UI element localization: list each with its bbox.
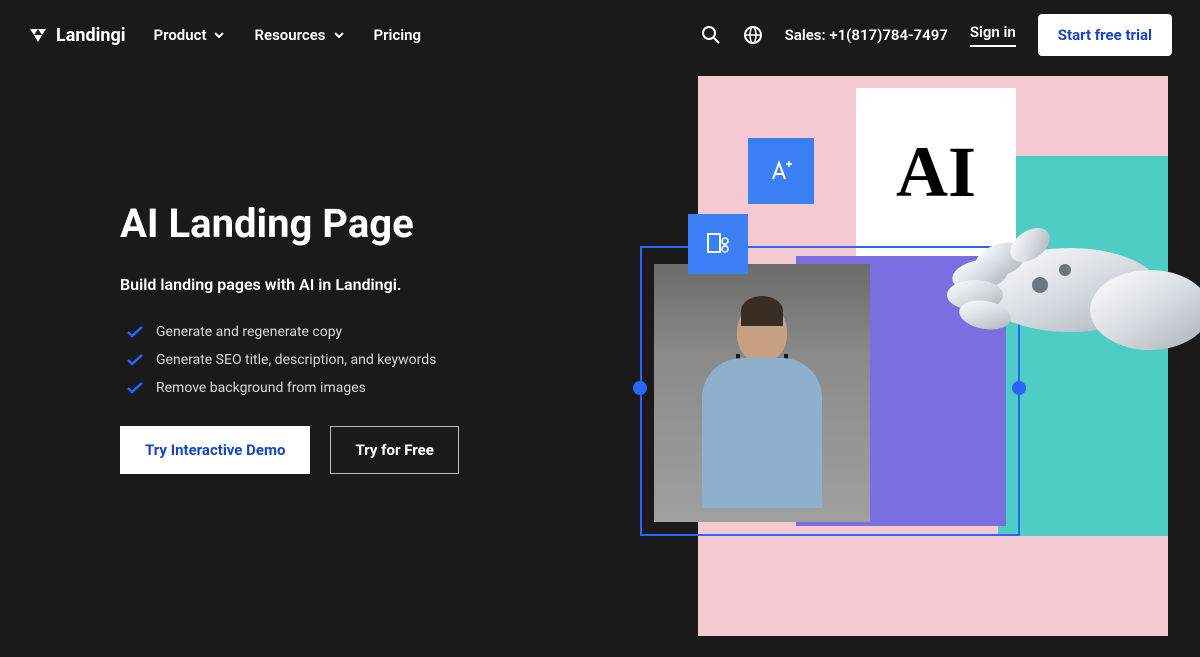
feature-text: Generate SEO title, description, and key… bbox=[156, 352, 436, 368]
brand-name: Landingi bbox=[56, 25, 126, 46]
check-icon bbox=[120, 325, 144, 339]
feature-item: Generate SEO title, description, and key… bbox=[120, 352, 600, 368]
hero-left: AI Landing Page Build landing pages with… bbox=[120, 70, 600, 657]
hero-section: AI Landing Page Build landing pages with… bbox=[0, 70, 1200, 657]
ai-card: AI bbox=[856, 88, 1016, 256]
selection-handle bbox=[633, 381, 647, 395]
header: Landingi Product Resources Pricing Sales… bbox=[0, 0, 1200, 70]
feature-text: Remove background from images bbox=[156, 380, 366, 396]
hero-title: AI Landing Page bbox=[120, 200, 600, 247]
check-icon bbox=[120, 353, 144, 367]
check-icon bbox=[120, 381, 144, 395]
chevron-down-icon bbox=[332, 28, 346, 42]
nav-product[interactable]: Product bbox=[154, 26, 227, 44]
feature-item: Remove background from images bbox=[120, 380, 600, 396]
hero-illustration: AI bbox=[698, 70, 1168, 635]
try-free-button[interactable]: Try for Free bbox=[330, 426, 458, 474]
ai-text-icon bbox=[748, 138, 814, 204]
selection-handle bbox=[1012, 381, 1026, 395]
feature-text: Generate and regenerate copy bbox=[156, 324, 342, 340]
illustration-teal-bg bbox=[998, 156, 1168, 536]
sales-phone[interactable]: Sales: +1(817)784-7497 bbox=[785, 26, 948, 44]
person-photo bbox=[654, 264, 870, 522]
crop-icon bbox=[688, 214, 748, 274]
brand-logo[interactable]: Landingi bbox=[28, 25, 126, 46]
signin-link[interactable]: Sign in bbox=[970, 23, 1016, 47]
globe-icon[interactable] bbox=[743, 25, 763, 45]
start-free-trial-button[interactable]: Start free trial bbox=[1038, 14, 1172, 56]
main-nav: Product Resources Pricing bbox=[154, 26, 422, 44]
nav-product-label: Product bbox=[154, 26, 207, 44]
try-demo-button[interactable]: Try Interactive Demo bbox=[120, 426, 310, 474]
feature-item: Generate and regenerate copy bbox=[120, 324, 600, 340]
nav-pricing-label: Pricing bbox=[374, 26, 422, 44]
feature-list: Generate and regenerate copy Generate SE… bbox=[120, 324, 600, 396]
nav-resources[interactable]: Resources bbox=[254, 26, 345, 44]
search-icon[interactable] bbox=[701, 25, 721, 45]
nav-pricing[interactable]: Pricing bbox=[374, 26, 422, 44]
chevron-down-icon bbox=[212, 28, 226, 42]
hero-buttons: Try Interactive Demo Try for Free bbox=[120, 426, 600, 474]
header-right: Sales: +1(817)784-7497 Sign in Start fre… bbox=[701, 14, 1172, 56]
brand-mark-icon bbox=[28, 25, 48, 45]
nav-resources-label: Resources bbox=[254, 26, 325, 44]
hero-subtitle: Build landing pages with AI in Landingi. bbox=[120, 275, 600, 294]
